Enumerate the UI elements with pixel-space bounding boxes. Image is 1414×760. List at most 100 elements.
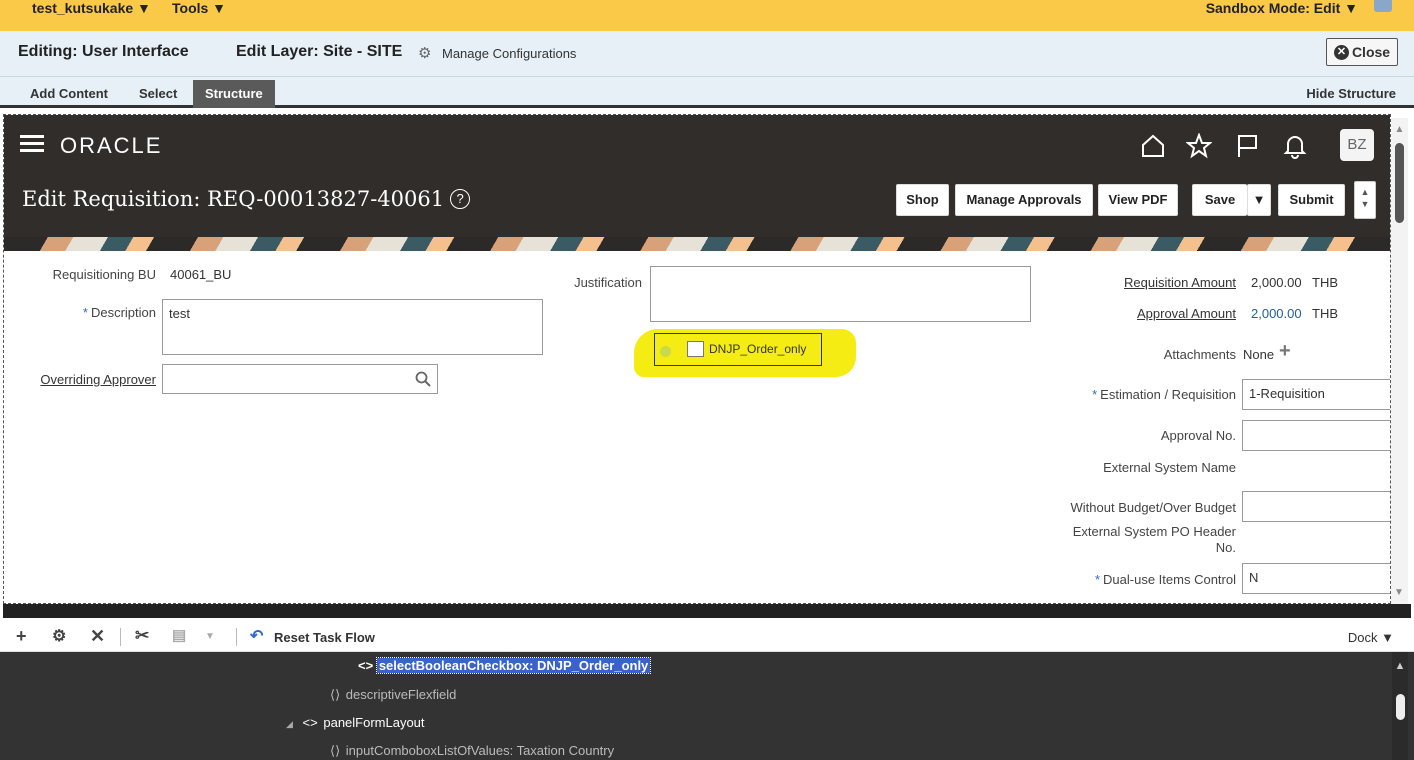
page-title-text: Edit Requisition: REQ-00013827-40061	[22, 187, 445, 211]
save-menu-button[interactable]: ▼	[1247, 184, 1271, 216]
oracle-logo[interactable]: ORACLE	[60, 133, 162, 159]
tree-node[interactable]: ⟨⟩ descriptiveFlexfield	[330, 687, 458, 703]
external-system-name-label: External System Name	[1103, 460, 1236, 475]
close-button[interactable]: ✕ Close	[1326, 38, 1398, 66]
flag-icon[interactable]	[1234, 133, 1260, 159]
tree-scrollbar[interactable]: ▲	[1392, 652, 1408, 760]
requisitioning-bu-value: 40061_BU	[170, 267, 232, 282]
notifications-bell-icon[interactable]	[1282, 133, 1308, 159]
tree-scroll-thumb[interactable]	[1395, 694, 1405, 720]
dual-use-items-label: * Dual-use Items Control	[1094, 572, 1236, 587]
tab-add-content[interactable]: Add Content	[18, 80, 120, 108]
tab-structure[interactable]: Structure	[193, 80, 275, 108]
external-po-header-label-2: No.	[1215, 540, 1236, 555]
copy-icon[interactable]: ▤	[172, 626, 186, 644]
approval-amount-currency: THB	[1312, 306, 1338, 321]
tree-node[interactable]: ◢ <> panelFormLayout	[286, 715, 427, 730]
approval-no-input[interactable]	[1242, 420, 1390, 451]
dual-use-items-select[interactable]: N	[1242, 563, 1390, 594]
scroll-down-arrow[interactable]: ▼	[1394, 587, 1404, 598]
close-label: Close	[1351, 44, 1391, 60]
component-selector-icon	[660, 346, 671, 357]
add-attachment-icon[interactable]: +	[1279, 340, 1291, 363]
home-icon[interactable]	[1140, 133, 1166, 159]
requisition-amount-label[interactable]: Requisition Amount	[1064, 275, 1236, 290]
submit-button[interactable]: Submit	[1278, 184, 1345, 216]
description-label: * Description	[82, 305, 156, 320]
justification-label: Justification	[574, 275, 642, 290]
dnjp-order-only-checkbox[interactable]	[687, 341, 704, 357]
reset-icon[interactable]: ↶	[250, 626, 263, 646]
requisition-amount-value: 2,000.00	[1251, 275, 1302, 290]
overriding-approver-input[interactable]	[162, 364, 438, 394]
component-icon: <>	[358, 658, 374, 673]
justification-field[interactable]	[650, 266, 1031, 322]
scroll-up-arrow[interactable]: ▲	[1391, 124, 1408, 135]
approval-no-label: Approval No.	[1160, 428, 1236, 443]
sandbox-bar: test_kutsukake ▼ Tools ▼ Sandbox Mode: E…	[0, 0, 1414, 31]
app-header: ORACLE BZ Edit Requisition: REQ-00013827…	[4, 115, 1390, 237]
edit-icon[interactable]: ⚙	[52, 626, 66, 646]
add-icon[interactable]: +	[16, 626, 27, 647]
component-icon: ⟨⟩	[330, 743, 341, 758]
close-icon: ✕	[1333, 44, 1349, 60]
hide-structure-link[interactable]: Hide Structure	[1294, 80, 1396, 108]
copy-menu-icon[interactable]: ▼	[205, 631, 215, 642]
description-field[interactable]: test	[162, 299, 543, 355]
tree-scroll-up[interactable]: ▲	[1392, 660, 1408, 672]
expand-triangle-icon[interactable]: ◢	[286, 719, 293, 729]
structure-toolbar: + ⚙ ✕ ✂ ▤ ▼ ↶ Reset Task Flow Dock ▼	[0, 622, 1414, 652]
toolbar-divider	[120, 628, 121, 646]
cut-icon[interactable]: ✂	[135, 626, 149, 646]
composer-tabs: Add Content Select Structure Hide Struct…	[0, 77, 1414, 108]
requisition-amount-currency: THB	[1312, 275, 1338, 290]
search-icon[interactable]	[415, 371, 431, 387]
page-title: Edit Requisition: REQ-00013827-40061?	[22, 187, 471, 211]
without-budget-label: Without Budget/Over Budget	[1070, 500, 1236, 515]
edit-layer-label: Edit Layer: Site - SITE	[236, 43, 403, 60]
user-avatar[interactable]: BZ	[1340, 129, 1374, 161]
toolbar-divider-2	[236, 628, 237, 646]
manage-configurations-icon: ⚙	[418, 45, 432, 62]
decorative-banner	[4, 237, 1390, 251]
tab-select[interactable]: Select	[127, 80, 189, 108]
delete-icon[interactable]: ✕	[90, 626, 105, 647]
structure-tree: <> selectBooleanCheckbox: DNJP_Order_onl…	[0, 652, 1414, 760]
user-menu[interactable]: test_kutsukake ▼	[32, 0, 151, 16]
requisitioning-bu-label: Requisitioning BU	[52, 267, 156, 282]
menu-icon[interactable]	[20, 135, 44, 153]
editing-title: Editing: User Interface	[18, 43, 189, 60]
tools-menu[interactable]: Tools ▼	[172, 0, 226, 16]
shop-button[interactable]: Shop	[896, 184, 949, 216]
page-scrollbar[interactable]: ▲ ▼	[1391, 118, 1408, 604]
attachments-label: Attachments	[1163, 347, 1236, 362]
sandbox-mode-menu[interactable]: Sandbox Mode: Edit ▼	[1206, 0, 1358, 16]
estimation-requisition-select[interactable]: 1-Requisition	[1242, 379, 1390, 410]
component-icon: ⟨⟩	[330, 687, 341, 702]
favorites-star-icon[interactable]	[1186, 133, 1212, 159]
view-pdf-button[interactable]: View PDF	[1098, 184, 1178, 216]
editing-bar: Editing: User Interface Edit Layer: Site…	[0, 31, 1414, 77]
attachments-value: None	[1243, 347, 1275, 362]
overriding-approver-label[interactable]: Overriding Approver	[22, 372, 156, 387]
manage-configurations-link[interactable]: Manage Configurations	[442, 46, 576, 61]
dnjp-order-only-label: DNJP_Order_only	[709, 342, 807, 356]
reset-task-flow-button[interactable]: Reset Task Flow	[274, 630, 375, 645]
approval-amount-label[interactable]: Approval Amount	[1064, 306, 1236, 321]
approval-amount-value[interactable]: 2,000.00	[1251, 306, 1302, 321]
tree-node[interactable]: ⟨⟩ inputComboboxListOfValues: Taxation C…	[330, 743, 616, 759]
without-budget-input[interactable]	[1242, 491, 1390, 522]
manage-approvals-button[interactable]: Manage Approvals	[955, 184, 1093, 216]
external-po-header-label: External System PO Header	[1072, 524, 1236, 539]
sandbox-icon[interactable]	[1374, 0, 1392, 12]
help-icon[interactable]: ?	[450, 189, 471, 209]
tree-node-selected[interactable]: <> selectBooleanCheckbox: DNJP_Order_onl…	[358, 657, 652, 674]
save-button[interactable]: Save	[1192, 184, 1247, 216]
scroll-thumb[interactable]	[1395, 143, 1404, 223]
estimation-requisition-label: * Estimation / Requisition	[1092, 387, 1236, 402]
app-frame: ORACLE BZ Edit Requisition: REQ-00013827…	[3, 114, 1391, 604]
panel-splitter[interactable]	[3, 604, 1411, 618]
dock-menu[interactable]: Dock ▼	[1348, 630, 1394, 645]
component-icon: <>	[302, 715, 318, 730]
scroll-spinner[interactable]: ▲ ▼	[1354, 181, 1376, 219]
